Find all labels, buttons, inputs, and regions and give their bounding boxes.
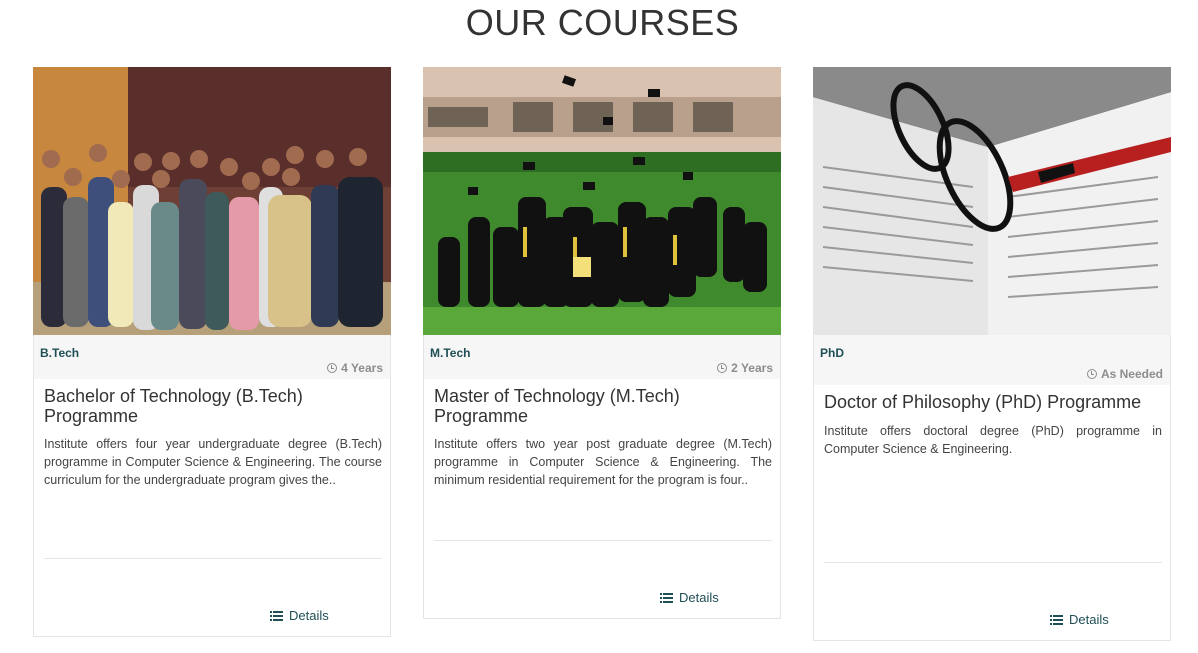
page-title: OUR COURSES — [465, 2, 740, 43]
course-title[interactable]: Master of Technology (M.Tech) Programme — [434, 386, 772, 426]
details-label: Details — [289, 608, 329, 623]
card-meta: PhD As Needed — [814, 335, 1170, 385]
divider — [44, 558, 382, 559]
card-meta: M.Tech 2 Years — [424, 335, 780, 379]
list-icon — [660, 592, 673, 603]
duration-text: As Needed — [1100, 367, 1163, 381]
list-icon — [270, 610, 283, 621]
list-icon — [1050, 614, 1063, 625]
details-link[interactable]: Details — [270, 608, 329, 623]
category-label[interactable]: B.Tech — [40, 346, 79, 360]
category-label[interactable]: PhD — [820, 346, 844, 360]
course-card-btech: B.Tech 4 Years Bachelor of Technology (B… — [33, 67, 391, 637]
duration: 2 Years — [717, 361, 773, 375]
duration: As Needed — [1086, 367, 1163, 381]
course-title[interactable]: Doctor of Philosophy (PhD) Programme — [824, 392, 1162, 412]
details-link[interactable]: Details — [1050, 612, 1109, 627]
mtech-graduation-photo[interactable] — [423, 67, 781, 335]
course-description: Institute offers four year undergraduate… — [44, 437, 382, 487]
duration-text: 4 Years — [341, 361, 383, 375]
details-label: Details — [1069, 612, 1109, 627]
clock-icon — [327, 363, 338, 373]
duration: 4 Years — [327, 361, 383, 375]
btech-group-photo[interactable] — [33, 67, 391, 335]
phd-book-glasses-photo[interactable] — [813, 67, 1171, 335]
course-description: Institute offers two year post graduate … — [434, 437, 772, 487]
duration-text: 2 Years — [731, 361, 773, 375]
divider — [824, 562, 1162, 563]
divider — [434, 540, 772, 541]
clock-icon — [1086, 369, 1097, 379]
card-meta: B.Tech 4 Years — [34, 335, 390, 379]
course-card-phd: PhD As Needed Doctor of Philosophy (PhD)… — [813, 67, 1171, 641]
details-label: Details — [679, 590, 719, 605]
course-card-mtech: M.Tech 2 Years Master of Technology (M.T… — [423, 67, 781, 619]
clock-icon — [717, 363, 728, 373]
course-description: Institute offers doctoral degree (PhD) p… — [824, 424, 1162, 456]
course-title[interactable]: Bachelor of Technology (B.Tech) Programm… — [44, 386, 382, 426]
details-link[interactable]: Details — [660, 590, 719, 605]
category-label[interactable]: M.Tech — [430, 346, 470, 360]
